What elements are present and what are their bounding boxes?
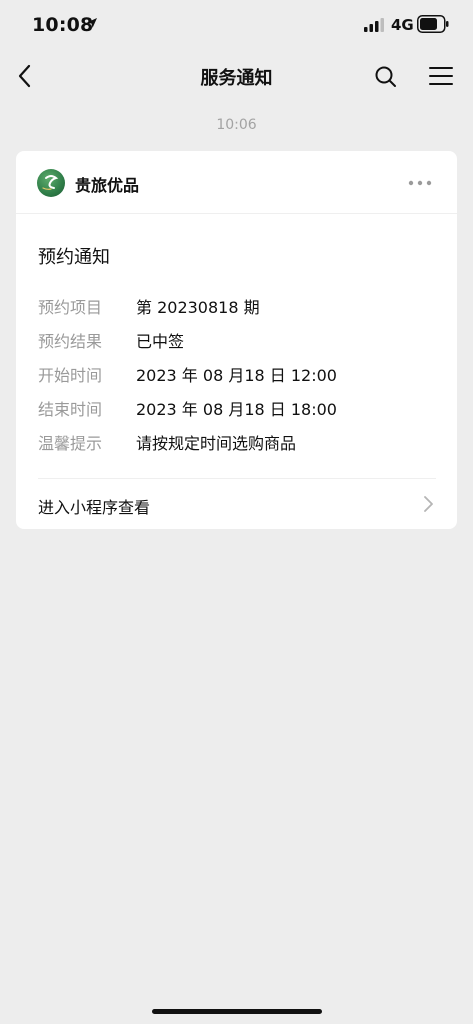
field-label: 温馨提示 xyxy=(38,434,103,453)
notification-title: 预约通知 xyxy=(38,247,110,268)
field-value: 请按规定时间选购商品 xyxy=(136,434,297,453)
network-label: 4G xyxy=(391,16,414,34)
menu-icon[interactable] xyxy=(428,64,454,88)
field-value: 2023 年 08 月18 日 18:00 xyxy=(136,400,337,419)
status-bar: 10:08 4G xyxy=(0,0,473,50)
app-name: 贵旅优品 xyxy=(75,176,140,195)
chevron-right-icon xyxy=(424,496,433,512)
field-value: 第 20230818 期 xyxy=(136,298,260,317)
field-label: 结束时间 xyxy=(38,400,103,419)
field-row-result: 预约结果 已中签 xyxy=(38,328,438,352)
field-row-end-time: 结束时间 2023 年 08 月18 日 18:00 xyxy=(38,396,438,420)
more-options-icon[interactable] xyxy=(408,180,434,186)
footer-link-label: 进入小程序查看 xyxy=(38,498,151,517)
message-timestamp: 10:06 xyxy=(216,117,257,133)
field-value: 已中签 xyxy=(136,332,185,351)
app-logo xyxy=(37,169,65,197)
field-label: 开始时间 xyxy=(38,366,103,385)
open-mini-program-link[interactable]: 进入小程序查看 xyxy=(16,479,457,529)
field-label: 预约项目 xyxy=(38,298,103,317)
field-label: 预约结果 xyxy=(38,332,103,351)
search-icon[interactable] xyxy=(373,64,399,90)
field-row-project: 预约项目 第 20230818 期 xyxy=(38,294,438,318)
field-row-start-time: 开始时间 2023 年 08 月18 日 12:00 xyxy=(38,362,438,386)
status-time: 10:08 xyxy=(32,14,94,36)
field-value: 2023 年 08 月18 日 12:00 xyxy=(136,366,337,385)
signal-icon xyxy=(364,18,384,32)
notification-card[interactable]: 贵旅优品 预约通知 预约项目 第 20230818 期 预约结果 已中签 开始时… xyxy=(16,151,457,529)
home-indicator[interactable] xyxy=(152,1009,322,1014)
nav-bar: 服务通知 xyxy=(0,50,473,102)
card-header: 贵旅优品 xyxy=(16,151,457,214)
page-title: 服务通知 xyxy=(200,68,273,89)
battery-icon xyxy=(417,15,449,33)
location-arrow-icon xyxy=(87,18,97,28)
field-row-tip: 温馨提示 请按规定时间选购商品 xyxy=(38,430,438,454)
